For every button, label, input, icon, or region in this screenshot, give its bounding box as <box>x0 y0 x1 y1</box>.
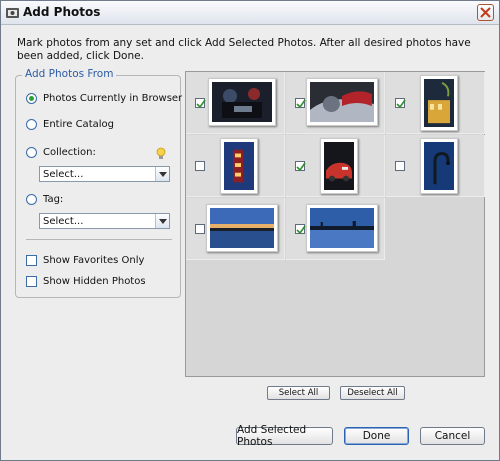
radio-label: Collection: <box>43 146 96 158</box>
add-photos-from-group: Add Photos From Photos Currently in Brow… <box>15 68 182 298</box>
radio-photos-in-browser[interactable]: Photos Currently in Browser <box>26 91 182 105</box>
motorcycle-rider-photo <box>212 82 272 122</box>
checkbox[interactable] <box>26 275 37 287</box>
divider <box>26 239 172 240</box>
photo-checkbox[interactable] <box>295 161 306 172</box>
radio-button[interactable] <box>26 118 37 130</box>
photo-thumbnail[interactable] <box>220 138 258 194</box>
motorcycle-detail-photo <box>310 82 374 122</box>
cancel-button[interactable]: Cancel <box>420 427 485 445</box>
radio-entire-catalog[interactable]: Entire Catalog <box>26 117 114 131</box>
lightbulb-icon <box>156 147 166 159</box>
checkbox-label: Show Hidden Photos <box>43 275 146 287</box>
checkmark-icon <box>296 99 306 109</box>
collection-select[interactable]: Select... <box>39 166 170 182</box>
photo-checkbox[interactable] <box>395 161 405 171</box>
instructions-text: Mark photos from any set and click Add S… <box>17 37 471 62</box>
checkbox-label: Show Favorites Only <box>43 254 145 266</box>
building-lights-photo <box>424 79 454 127</box>
sunset-lake-photo <box>210 208 274 248</box>
add-photos-dialog: Add Photos Mark photos from any set and … <box>0 0 500 461</box>
photo-thumbnail[interactable] <box>420 75 458 131</box>
checkmark-icon <box>196 99 206 109</box>
photo-grid <box>185 71 485 377</box>
add-selected-photos-button[interactable]: Add Selected Photos <box>236 424 333 448</box>
collection-dropdown-arrow[interactable] <box>155 167 169 181</box>
checkmark-icon <box>296 225 306 235</box>
photo-cell[interactable] <box>386 72 485 134</box>
chevron-down-icon <box>158 218 167 224</box>
show-hidden-checkbox[interactable]: Show Hidden Photos <box>26 274 146 288</box>
group-legend: Add Photos From <box>22 68 117 80</box>
close-button[interactable] <box>477 4 494 21</box>
photo-thumbnail[interactable] <box>306 204 378 252</box>
radio-label: Tag: <box>43 193 64 205</box>
checkbox[interactable] <box>26 254 37 266</box>
photo-thumbnail[interactable] <box>206 204 278 252</box>
photo-checkbox[interactable] <box>195 161 205 171</box>
select-all-button[interactable]: Select All <box>267 386 330 400</box>
tag-select-value: Select... <box>43 215 84 227</box>
tag-select[interactable]: Select... <box>39 213 170 229</box>
checkmark-icon <box>396 99 406 109</box>
photo-checkbox[interactable] <box>295 98 306 109</box>
done-button[interactable]: Done <box>344 427 409 445</box>
radio-collection[interactable]: Collection: <box>26 145 96 159</box>
photo-thumbnail[interactable] <box>420 138 458 194</box>
photo-cell[interactable] <box>286 135 385 197</box>
dusk-shoreline-photo <box>310 208 374 248</box>
checkmark-icon <box>296 162 306 172</box>
photo-cell[interactable] <box>386 135 485 197</box>
collection-select-value: Select... <box>43 168 84 180</box>
photo-cell[interactable] <box>286 72 385 134</box>
radio-label: Entire Catalog <box>43 118 114 130</box>
photo-cell[interactable] <box>186 135 285 197</box>
blue-lamp-photo <box>424 142 454 190</box>
tag-dropdown-arrow[interactable] <box>155 214 169 228</box>
app-icon <box>6 8 19 18</box>
chevron-down-icon <box>158 171 167 177</box>
photo-cell[interactable] <box>186 198 285 260</box>
photo-thumbnail[interactable] <box>306 78 378 126</box>
window-title: Add Photos <box>23 5 101 19</box>
photo-checkbox[interactable] <box>295 224 306 235</box>
photo-checkbox[interactable] <box>195 98 206 109</box>
radio-button[interactable] <box>26 146 37 158</box>
deselect-all-button[interactable]: Deselect All <box>340 386 405 400</box>
title-bar: Add Photos <box>1 1 499 25</box>
red-car-photo <box>324 142 354 190</box>
photo-thumbnail[interactable] <box>208 78 276 126</box>
photo-cell[interactable] <box>186 72 285 134</box>
radio-button[interactable] <box>26 193 37 205</box>
show-favorites-checkbox[interactable]: Show Favorites Only <box>26 253 144 267</box>
radio-tag[interactable]: Tag: <box>26 192 63 206</box>
neon-sign-photo <box>224 142 254 190</box>
photo-thumbnail[interactable] <box>320 138 358 194</box>
close-icon <box>480 7 491 18</box>
photo-checkbox[interactable] <box>395 98 406 109</box>
photo-checkbox[interactable] <box>195 224 205 234</box>
radio-label: Photos Currently in Browser <box>43 92 183 104</box>
radio-button[interactable] <box>26 92 37 104</box>
photo-cell[interactable] <box>286 198 385 260</box>
